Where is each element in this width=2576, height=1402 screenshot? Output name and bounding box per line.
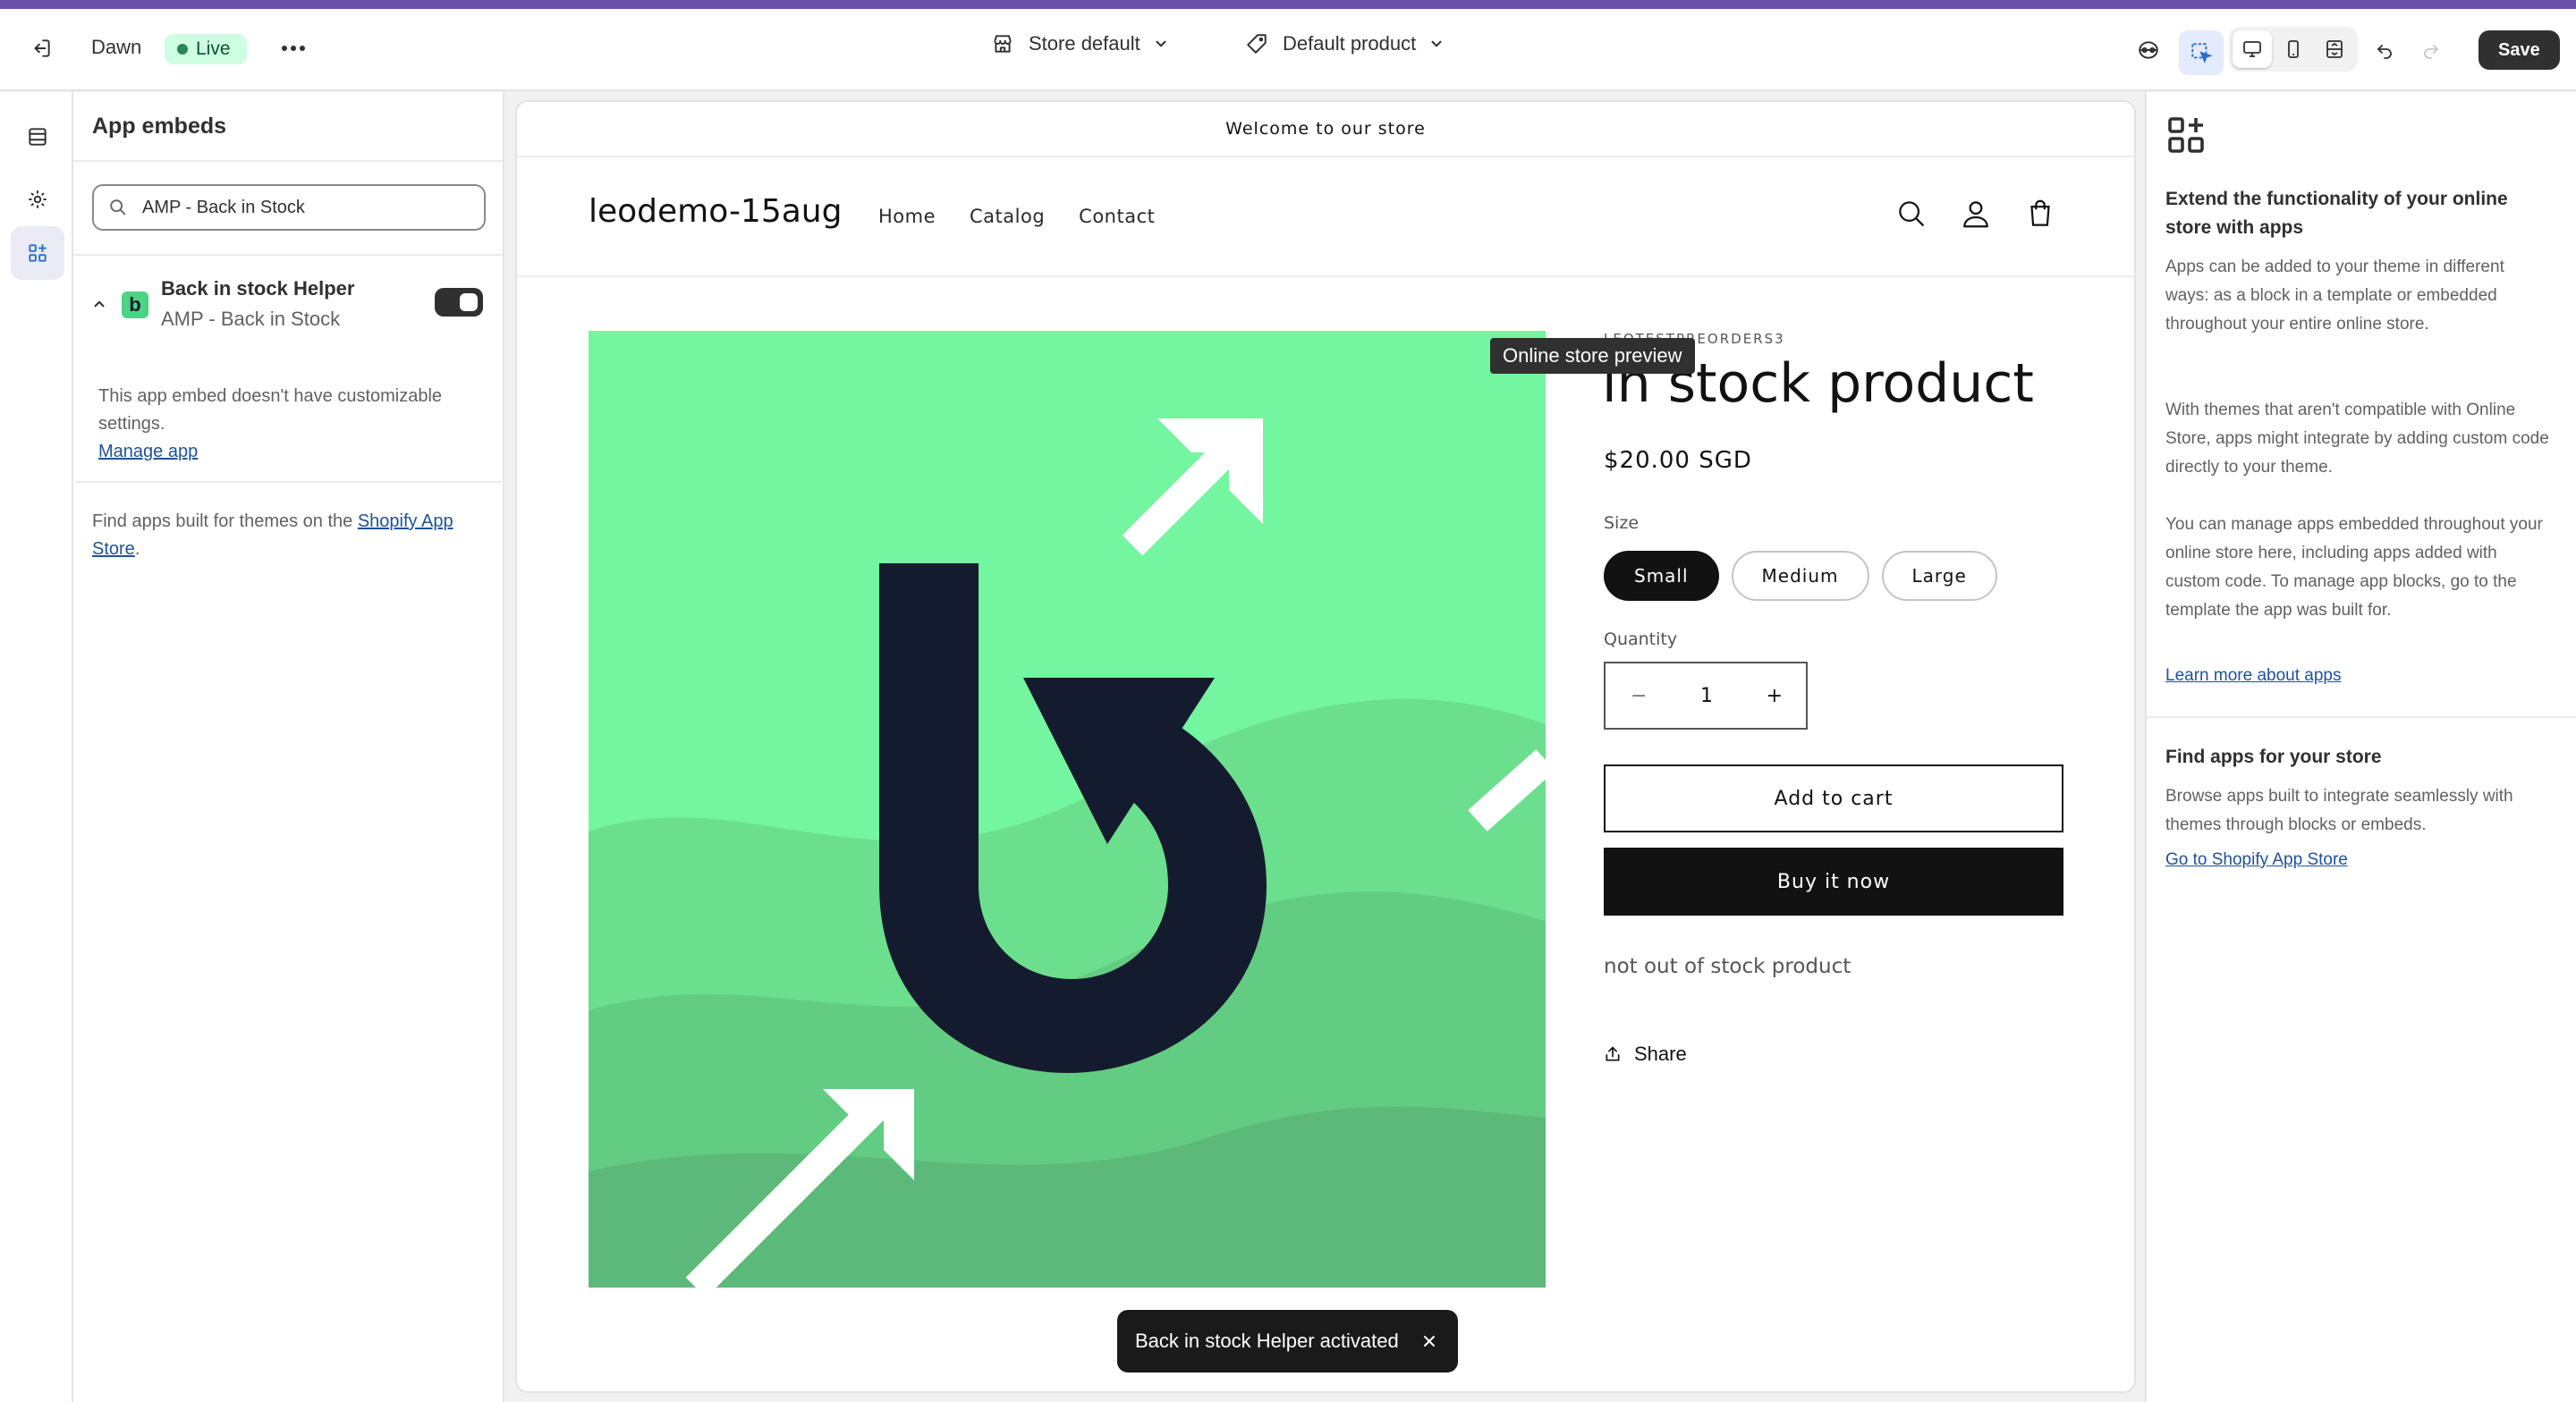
store-nav: Home Catalog Contact [878,206,1155,227]
product-description: not out of stock product [1604,955,1852,978]
nav-home[interactable]: Home [878,206,936,227]
info-heading: Extend the functionality of your online … [2165,189,2508,238]
app-name: Back in stock Helper [161,277,355,300]
redo-icon[interactable] [2415,34,2447,66]
product-image[interactable] [589,331,1546,1288]
mobile-icon[interactable] [2274,30,2313,68]
full-width-icon[interactable] [2315,30,2354,68]
live-label: Live [196,38,231,59]
no-settings-note: This app embed doesn't have customizable… [98,383,474,466]
app-logo: b [122,291,148,318]
undo-icon[interactable] [2368,34,2401,66]
find-apps-paragraph: Browse apps built to integrate seamlessl… [2165,787,2513,834]
app-info-panel: Extend the functionality of your online … [2145,92,2576,1402]
product-selector-label: Default product [1283,32,1417,55]
app-subtitle: AMP - Back in Stock [161,308,341,330]
app-embed-toggle[interactable] [435,288,483,317]
info-paragraph-3: You can manage apps embedded throughout … [2165,515,2543,620]
chevron-down-icon [1153,36,1169,52]
gear-icon[interactable] [11,173,64,226]
theme-name: Dawn [91,36,142,58]
size-option-large[interactable]: Large [1881,551,1997,601]
product-selector[interactable]: Default product [1245,32,1445,55]
activation-toast: Back in stock Helper activated [1117,1310,1458,1372]
close-icon[interactable] [1422,1334,1436,1348]
editor-topbar: Dawn Live Store default Default product … [0,9,2576,91]
viewport-switcher [2229,27,2358,72]
collapse-chevron-icon[interactable] [91,296,107,312]
divider [2147,716,2576,718]
search-input[interactable]: AMP - Back in Stock [92,184,486,231]
no-settings-text: This app embed doesn't have customizable… [98,386,443,434]
live-badge: Live [165,34,247,64]
account-icon[interactable] [1959,197,1993,231]
app-embeds-icon[interactable] [11,226,64,280]
header-icons [1894,197,2057,231]
find-apps-prefix: Find apps built for themes on the [92,511,358,531]
size-label: Size [1604,513,1640,533]
store-icon [991,32,1014,55]
add-to-cart-button[interactable]: Add to cart [1604,764,2063,832]
chevron-down-icon [1428,36,1445,52]
quantity-stepper: − 1 + [1604,662,1808,730]
size-option-medium[interactable]: Medium [1731,551,1869,601]
buy-now-button[interactable]: Buy it now [1604,848,2063,916]
panel-title: App embeds [92,114,227,139]
product-price: $20.00 SGD [1604,447,1752,474]
info-paragraph-1: Apps can be added to your theme in diffe… [2165,258,2504,334]
manage-app-link[interactable]: Manage app [98,442,198,461]
store-preview[interactable]: Welcome to our store leodemo-15aug Home … [517,102,2134,1391]
toast-message: Back in stock Helper activated [1135,1330,1399,1352]
share-button[interactable]: Share [1604,1043,1687,1066]
search-icon [108,198,128,217]
left-rail [0,92,73,1402]
divider [75,481,504,483]
size-option-small[interactable]: Small [1604,551,1719,601]
store-header: leodemo-15aug Home Catalog Contact [517,157,2134,277]
desktop-icon[interactable] [2233,30,2272,68]
divider [73,254,503,256]
learn-more-link[interactable]: Learn more about apps [2165,666,2341,686]
search-icon[interactable] [1894,197,1928,231]
quantity-decrease-button[interactable]: − [1631,685,1647,707]
quantity-label: Quantity [1604,629,1678,649]
quantity-value[interactable]: 1 [1700,685,1713,707]
top-accent-stripe [0,0,2576,9]
template-selector[interactable]: Store default [991,32,1169,55]
nav-contact[interactable]: Contact [1079,206,1155,227]
apps-icon [2165,114,2207,156]
exit-icon[interactable] [25,32,57,64]
info-paragraph-2: With themes that aren't compatible with … [2165,401,2549,477]
save-button[interactable]: Save [2479,30,2560,70]
share-icon [1604,1045,1622,1063]
divider [73,160,503,162]
quantity-increase-button[interactable]: + [1767,685,1783,707]
nav-catalog[interactable]: Catalog [970,206,1045,227]
share-label: Share [1634,1043,1687,1065]
announcement-bar: Welcome to our store [517,102,2134,157]
find-apps-heading: Find apps for your store [2165,747,2382,767]
search-input-value: AMP - Back in Stock [142,197,305,217]
live-dot-icon [177,44,188,55]
go-to-app-store-link[interactable]: Go to Shopify App Store [2165,850,2348,870]
cart-icon[interactable] [2023,197,2057,231]
find-apps-note: Find apps built for themes on the Shopif… [92,508,486,563]
preview-tooltip: Online store preview [1490,338,1695,374]
more-actions-icon[interactable] [275,32,311,64]
find-apps-suffix: . [134,539,140,559]
sections-icon[interactable] [11,110,64,164]
inspector-icon[interactable] [2179,30,2224,75]
theme-settings-icon[interactable] [2131,32,2166,68]
tag-icon [1245,32,1268,55]
template-selector-label: Store default [1029,32,1140,55]
store-logo[interactable]: leodemo-15aug [589,193,842,230]
size-options: Small Medium Large [1604,551,1997,601]
